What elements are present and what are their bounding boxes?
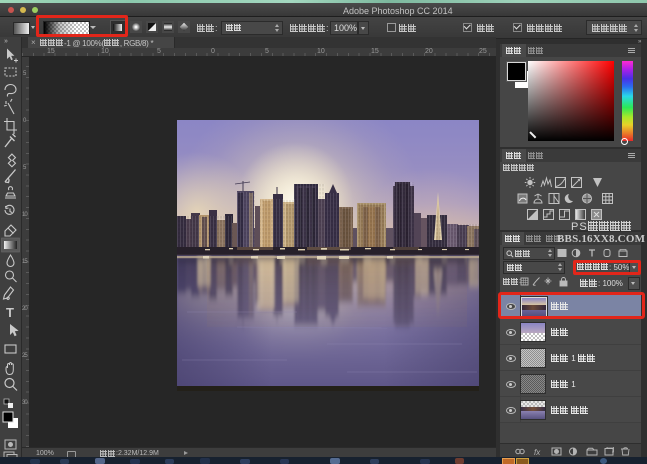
svg-text:fx: fx bbox=[534, 448, 541, 456]
svg-text:T: T bbox=[6, 305, 14, 320]
